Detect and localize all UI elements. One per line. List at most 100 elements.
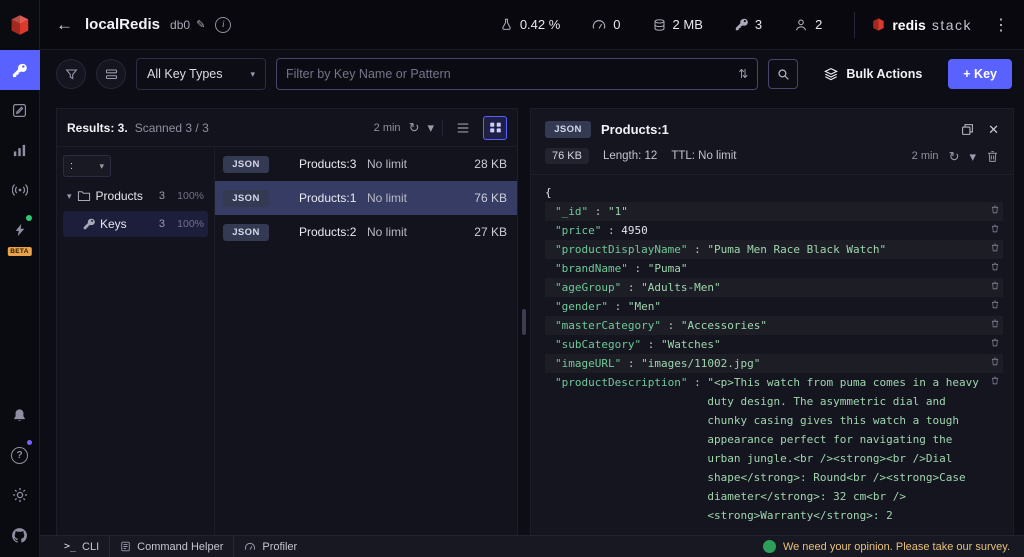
survey-banner[interactable]: We need your opinion. Please take our su… bbox=[763, 540, 1016, 553]
json-field-row[interactable]: "subCategory" : "Watches" bbox=[545, 335, 1003, 354]
delete-field-icon[interactable] bbox=[989, 278, 1001, 290]
chevron-down-icon: ▾ bbox=[67, 191, 72, 202]
json-field-row[interactable]: "_id" : "1" bbox=[545, 202, 1003, 221]
profiler-icon bbox=[244, 541, 256, 553]
search-values-icon bbox=[105, 68, 118, 81]
key-ttl-label: TTL: No limit bbox=[671, 150, 736, 162]
list-view-toggle[interactable] bbox=[451, 116, 475, 140]
delete-field-icon[interactable] bbox=[989, 240, 1001, 252]
close-icon[interactable]: ✕ bbox=[988, 122, 999, 138]
nav-analytics[interactable] bbox=[0, 130, 40, 170]
nav-pubsub[interactable] bbox=[0, 170, 40, 210]
github-link[interactable] bbox=[0, 515, 40, 555]
filter-keys-button[interactable] bbox=[56, 59, 86, 89]
command-helper-button[interactable]: Command Helper bbox=[109, 536, 233, 557]
key-length-label: Length: 12 bbox=[603, 150, 657, 162]
delete-field-icon[interactable] bbox=[989, 354, 1001, 366]
json-value: "images/11002.jpg" bbox=[641, 354, 979, 373]
db-index-label: db0 bbox=[170, 18, 190, 32]
json-key: "gender" bbox=[555, 297, 608, 316]
redis-logo bbox=[0, 0, 39, 50]
json-value: 4950 bbox=[621, 221, 979, 240]
back-button[interactable]: ← bbox=[54, 15, 75, 35]
json-value: "1" bbox=[608, 202, 979, 221]
delete-field-icon[interactable] bbox=[989, 202, 1001, 214]
search-values-button[interactable] bbox=[96, 59, 126, 89]
overflow-menu-icon[interactable]: ⋮ bbox=[990, 15, 1012, 35]
delete-field-icon[interactable] bbox=[989, 297, 1001, 309]
main-column: ← localRedis db0 ✎ i 0.42 % 0 2 MB bbox=[40, 0, 1024, 557]
cli-button[interactable]: >_ CLI bbox=[54, 536, 109, 557]
key-details-panel: JSON Products:1 ✕ 76 KB Length: 12 TTL: … bbox=[530, 108, 1014, 535]
commands-per-sec-icon bbox=[592, 18, 606, 32]
details-meta-actions: 2 min ↻ ▾ bbox=[912, 150, 999, 163]
tree-folder-products[interactable]: ▾ Products 3 100% bbox=[63, 183, 208, 209]
browser-body: : ▾ ▾ Products 3 100% Keys bbox=[57, 147, 517, 535]
keys-count-icon bbox=[735, 18, 748, 31]
redisinsight-app: BETA ? ← localRedis db0 ✎ i bbox=[0, 0, 1024, 557]
edit-db-icon[interactable]: ✎ bbox=[196, 18, 205, 31]
content-area: Results: 3. Scanned 3 / 3 2 min ↻ ▾ bbox=[40, 98, 1024, 535]
key-list-row[interactable]: JSON Products:2 No limit 27 KB bbox=[215, 215, 517, 249]
delete-field-icon[interactable] bbox=[989, 221, 1001, 233]
json-colon: : bbox=[687, 240, 707, 259]
fullscreen-icon[interactable] bbox=[961, 123, 974, 136]
profiler-button[interactable]: Profiler bbox=[233, 536, 307, 557]
last-refresh-time: 2 min bbox=[374, 122, 401, 134]
delete-field-icon[interactable] bbox=[989, 335, 1001, 347]
json-value: "Accessories" bbox=[681, 316, 979, 335]
json-field-row[interactable]: "productDescription" : "<p>This watch fr… bbox=[545, 373, 1003, 525]
delete-field-icon[interactable] bbox=[989, 316, 1001, 328]
key-search-input[interactable] bbox=[286, 67, 730, 81]
nav-triggers-functions[interactable]: BETA bbox=[0, 210, 40, 258]
json-field-row[interactable]: "imageURL" : "images/11002.jpg" bbox=[545, 354, 1003, 373]
delete-field-icon[interactable] bbox=[989, 373, 1001, 385]
refresh-icon[interactable]: ↻ bbox=[409, 121, 420, 134]
json-value: "Men" bbox=[628, 297, 979, 316]
nav-help[interactable]: ? bbox=[0, 435, 40, 475]
json-key: "price" bbox=[555, 221, 601, 240]
delimiter-select[interactable]: : ▾ bbox=[63, 155, 111, 177]
database-title: localRedis bbox=[85, 16, 160, 33]
json-field-row[interactable]: "gender" : "Men" bbox=[545, 297, 1003, 316]
details-meta: 76 KB Length: 12 TTL: No limit 2 min ↻ ▾ bbox=[531, 144, 1013, 175]
search-button[interactable] bbox=[768, 59, 798, 89]
add-key-button[interactable]: + Key bbox=[948, 59, 1012, 89]
nav-notifications[interactable] bbox=[0, 395, 40, 435]
nav-browser[interactable] bbox=[0, 50, 40, 90]
nav-settings[interactable] bbox=[0, 475, 40, 515]
panel-resize-handle[interactable] bbox=[518, 108, 530, 535]
json-field-row[interactable]: "brandName" : "Puma" bbox=[545, 259, 1003, 278]
delete-key-icon[interactable] bbox=[986, 150, 999, 163]
json-colon: : bbox=[661, 316, 681, 335]
metric-memory: 2 MB bbox=[637, 17, 719, 32]
json-field-row[interactable]: "productDisplayName" : "Puma Men Race Bl… bbox=[545, 240, 1003, 259]
json-value: "Puma Men Race Black Watch" bbox=[707, 240, 979, 259]
json-field-row[interactable]: "masterCategory" : "Accessories" bbox=[545, 316, 1003, 335]
tree-view-toggle[interactable] bbox=[483, 116, 507, 140]
scan-more-icon[interactable]: ⇅ bbox=[738, 67, 748, 81]
info-icon[interactable]: i bbox=[215, 17, 231, 33]
workbench-icon bbox=[12, 103, 27, 118]
command-helper-label: Command Helper bbox=[137, 541, 223, 553]
refresh-options-caret-icon[interactable]: ▾ bbox=[427, 121, 434, 134]
nav-workbench[interactable] bbox=[0, 90, 40, 130]
refresh-icon[interactable]: ↻ bbox=[949, 150, 960, 163]
key-type-select[interactable]: All Key Types ▾ bbox=[136, 58, 266, 90]
bulk-actions-label: Bulk Actions bbox=[846, 67, 922, 81]
json-field-row[interactable]: "price" : 4950 bbox=[545, 221, 1003, 240]
json-key: "subCategory" bbox=[555, 335, 641, 354]
key-type-badge: JSON bbox=[223, 190, 269, 207]
key-list-row[interactable]: JSON Products:3 No limit 28 KB bbox=[215, 147, 517, 181]
json-field-row[interactable]: "ageGroup" : "Adults-Men" bbox=[545, 278, 1003, 297]
refresh-options-caret-icon[interactable]: ▾ bbox=[969, 150, 976, 163]
brand-redis-label: redis bbox=[892, 17, 925, 33]
tree-leaf-keys[interactable]: Keys 3 100% bbox=[63, 211, 208, 237]
profiler-label: Profiler bbox=[262, 541, 297, 553]
key-list-row-selected[interactable]: JSON Products:1 No limit 76 KB bbox=[215, 181, 517, 215]
details-header: JSON Products:1 ✕ bbox=[531, 109, 1013, 144]
bulk-actions-button[interactable]: Bulk Actions bbox=[824, 67, 922, 81]
json-colon: : bbox=[601, 221, 621, 240]
pubsub-icon bbox=[12, 182, 28, 198]
delete-field-icon[interactable] bbox=[989, 259, 1001, 271]
